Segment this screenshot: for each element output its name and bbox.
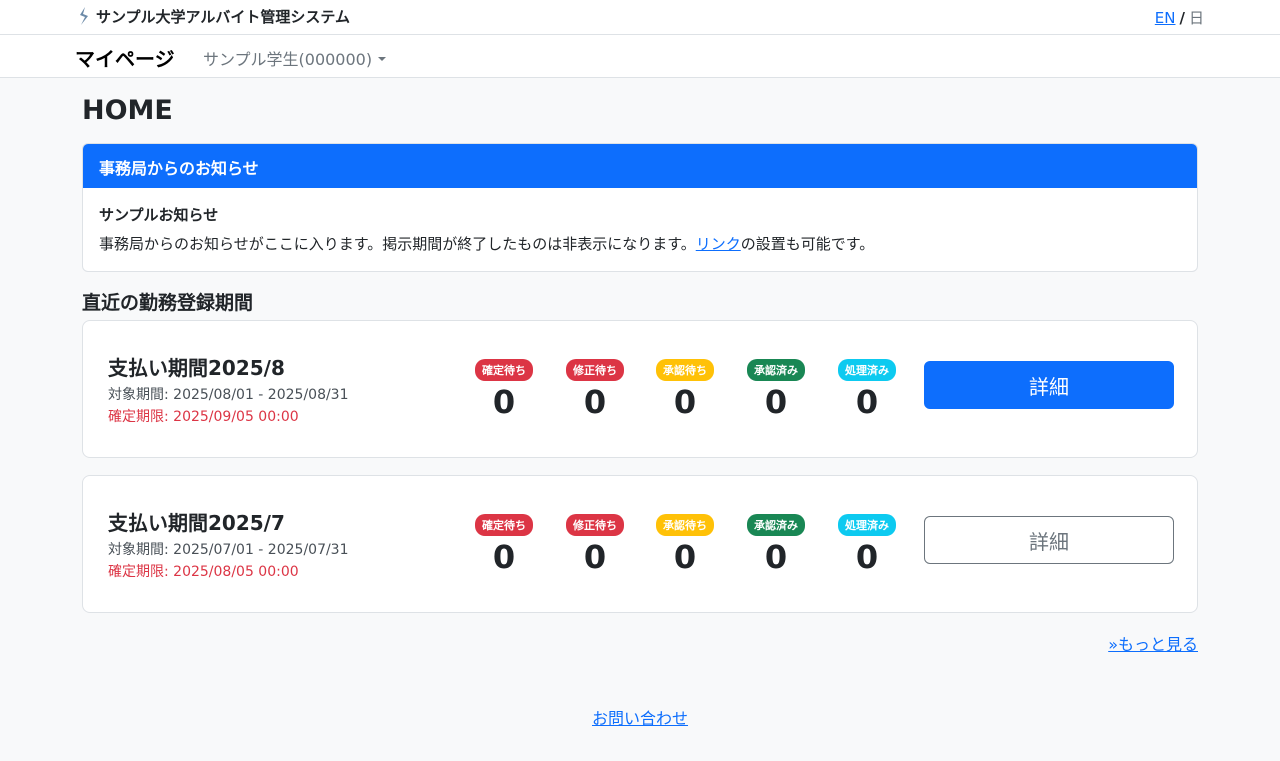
detail-button[interactable]: 詳細 [924, 516, 1174, 564]
status-badge: 承認待ち [656, 359, 714, 381]
lang-separator: / [1179, 8, 1185, 27]
user-name: サンプル学生(000000) [203, 50, 373, 69]
status-count: 0 [583, 538, 607, 576]
section-title: 直近の勤務登録期間 [82, 292, 254, 314]
contact-link[interactable]: お問い合わせ [592, 705, 688, 729]
status-badge: 承認済み [747, 514, 805, 536]
notice-text-after: の設置も可能です。 [740, 235, 875, 253]
nav-bar: マイページ サンプル学生(000000) [0, 35, 1280, 78]
status-approved: 承認済み 0 [744, 359, 808, 421]
status-count: 0 [764, 383, 788, 421]
status-count: 0 [492, 538, 516, 576]
status-badge: 処理済み [838, 514, 896, 536]
status-pending-approval: 承認待ち 0 [653, 359, 717, 421]
brand[interactable]: サンプル大学アルバイト管理システム [78, 6, 350, 26]
notice-header: 事務局からのお知らせ [83, 144, 1197, 188]
status-badge: 承認待ち [656, 514, 714, 536]
status-count: 0 [855, 383, 879, 421]
user-dropdown[interactable]: サンプル学生(000000) [203, 46, 387, 70]
status-badge: 修正待ち [566, 359, 624, 381]
status-pending-approval: 承認待ち 0 [653, 514, 717, 576]
notice-text-before: 事務局からのお知らせがここに入ります。掲示期間が終了したものは非表示になります。 [99, 235, 696, 253]
status-count: 0 [764, 538, 788, 576]
status-badge: 確定待ち [475, 359, 533, 381]
status-badge: 承認済み [747, 359, 805, 381]
status-pending-confirm: 確定待ち 0 [472, 514, 536, 576]
notice-text: 事務局からのお知らせがここに入ります。掲示期間が終了したものは非表示になります。… [99, 233, 1181, 254]
status-pending-fix: 修正待ち 0 [563, 514, 627, 576]
status-badge: 処理済み [838, 359, 896, 381]
status-count: 0 [673, 538, 697, 576]
period-card: 支払い期間2025/8 対象期間: 2025/08/01 - 2025/08/3… [82, 320, 1198, 458]
app-title: サンプル大学アルバイト管理システム [96, 7, 350, 26]
lang-jp-current: 日 [1188, 9, 1204, 27]
status-badge: 確定待ち [475, 514, 533, 536]
top-bar: サンプル大学アルバイト管理システム EN / 日 [0, 0, 1280, 35]
detail-button[interactable]: 詳細 [924, 361, 1174, 409]
status-pending-fix: 修正待ち 0 [563, 359, 627, 421]
page-title: HOME [82, 95, 173, 126]
brand-logo-icon [80, 7, 88, 25]
period-name: 支払い期間2025/8 [108, 356, 285, 380]
caret-down-icon [378, 57, 387, 61]
mypage-title[interactable]: マイページ [75, 43, 175, 72]
notice-title: サンプルお知らせ [99, 206, 219, 224]
notice-body: サンプルお知らせ 事務局からのお知らせがここに入ります。掲示期間が終了したものは… [83, 188, 1197, 270]
period-name: 支払い期間2025/7 [108, 511, 285, 535]
see-more-link[interactable]: »もっと見る [1108, 631, 1198, 655]
period-card: 支払い期間2025/7 対象期間: 2025/07/01 - 2025/07/3… [82, 475, 1198, 613]
status-processed: 処理済み 0 [835, 359, 899, 421]
status-count: 0 [855, 538, 879, 576]
status-pending-confirm: 確定待ち 0 [472, 359, 536, 421]
period-range: 対象期間: 2025/08/01 - 2025/08/31 [108, 387, 349, 403]
status-processed: 処理済み 0 [835, 514, 899, 576]
status-count: 0 [492, 383, 516, 421]
period-deadline: 確定期限: 2025/08/05 00:00 [108, 564, 299, 580]
notice-card: 事務局からのお知らせ サンプルお知らせ 事務局からのお知らせがここに入ります。掲… [82, 143, 1198, 272]
language-switcher: EN / 日 [1155, 7, 1204, 28]
lang-en-link[interactable]: EN [1155, 9, 1176, 27]
status-approved: 承認済み 0 [744, 514, 808, 576]
status-count: 0 [673, 383, 697, 421]
period-range: 対象期間: 2025/07/01 - 2025/07/31 [108, 542, 349, 558]
notice-link[interactable]: リンク [696, 235, 741, 253]
period-deadline: 確定期限: 2025/09/05 00:00 [108, 409, 299, 425]
status-badge: 修正待ち [566, 514, 624, 536]
status-count: 0 [583, 383, 607, 421]
